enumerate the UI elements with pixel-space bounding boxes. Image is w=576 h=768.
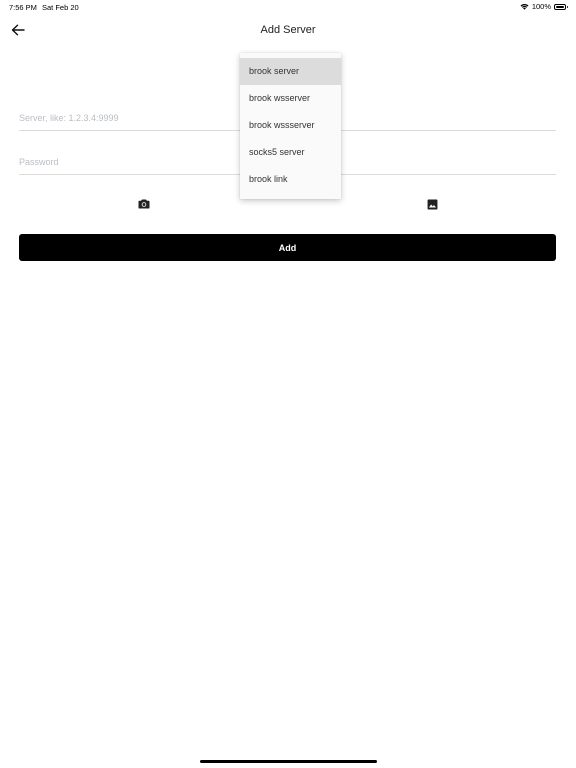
status-bar: 7:56 PM Sat Feb 20 100% xyxy=(0,0,576,14)
app-bar: Add Server xyxy=(0,14,576,48)
status-indicators: 100% xyxy=(520,2,568,11)
battery-icon xyxy=(554,3,568,10)
home-indicator[interactable] xyxy=(200,760,377,763)
add-button[interactable]: Add xyxy=(19,234,556,261)
battery-percentage: 100% xyxy=(531,2,551,11)
server-type-dropdown-menu: brook server brook wsserver brook wssser… xyxy=(240,53,341,199)
battery-level xyxy=(556,5,564,8)
scan-qr-camera-button[interactable] xyxy=(136,196,152,212)
menu-item-brook-wssserver[interactable]: brook wssserver xyxy=(240,112,341,139)
camera-icon xyxy=(138,199,150,209)
menu-item-brook-server[interactable]: brook server xyxy=(240,58,341,85)
menu-item-socks5-server[interactable]: socks5 server xyxy=(240,139,341,166)
image-icon xyxy=(427,199,437,209)
page-title: Add Server xyxy=(260,24,316,36)
pick-image-button[interactable] xyxy=(424,196,440,212)
menu-item-brook-link[interactable]: brook link xyxy=(240,166,341,193)
menu-item-brook-wsserver[interactable]: brook wsserver xyxy=(240,85,341,112)
wifi-icon xyxy=(520,3,529,10)
status-date: Sat Feb 20 xyxy=(42,3,79,12)
status-time: 7:56 PM xyxy=(9,3,37,12)
